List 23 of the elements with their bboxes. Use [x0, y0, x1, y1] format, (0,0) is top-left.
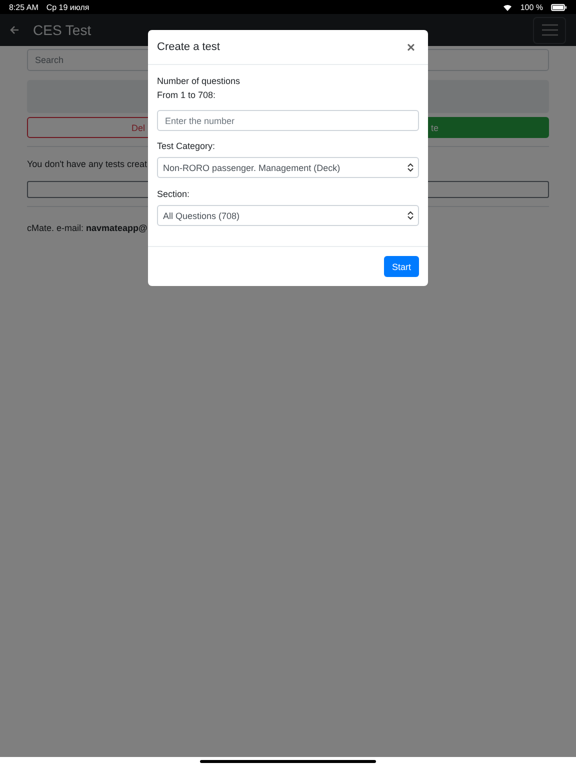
select-caret-icon	[407, 211, 414, 220]
wifi-icon	[503, 4, 512, 10]
footer-text: cMate. e-mail: navmateapp@	[27, 223, 148, 233]
menu-button[interactable]	[533, 16, 566, 44]
nav-title: CES Test	[33, 22, 92, 38]
number-field[interactable]: Enter the number	[157, 110, 419, 131]
range-label: From 1 to 708:	[157, 89, 217, 102]
select-caret-icon	[407, 163, 414, 172]
category-label: Test Category:	[157, 140, 216, 153]
start-button[interactable]: Start	[384, 256, 419, 277]
empty-message: You don't have any tests creat	[27, 159, 147, 169]
battery-percent: 100 %	[520, 2, 543, 12]
close-button[interactable]: ×	[402, 39, 419, 55]
count-label: Number of questions	[157, 75, 242, 88]
dialog-title: Create a test	[157, 41, 220, 53]
status-time: 8:25 AM	[9, 2, 38, 12]
status-date: Ср 19 июля	[46, 2, 90, 12]
section-select[interactable]: All Questions (708)	[157, 205, 419, 226]
back-arrow-icon[interactable]	[10, 26, 19, 34]
battery-icon	[551, 4, 567, 10]
section-label: Section:	[157, 188, 191, 201]
category-select[interactable]: Non-RORO passenger. Management (Deck)	[157, 157, 419, 178]
menu-icon	[542, 24, 558, 36]
